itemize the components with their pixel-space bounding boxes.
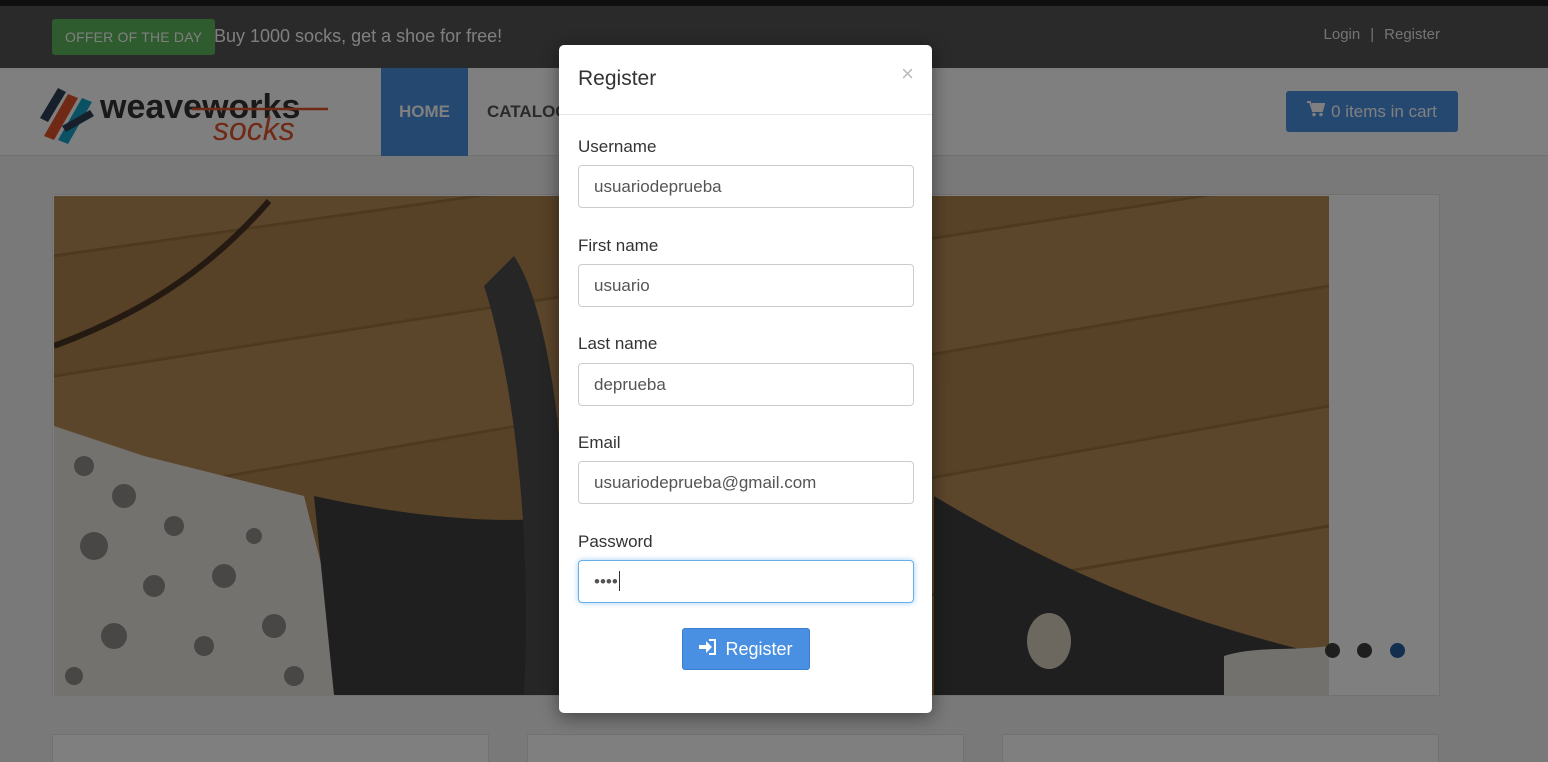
firstname-input[interactable]: usuario: [578, 264, 914, 307]
modal-title: Register: [578, 67, 657, 90]
email-label: Email: [578, 433, 621, 452]
lastname-input[interactable]: deprueba: [578, 363, 914, 406]
text-caret: [618, 570, 620, 591]
lastname-label: Last name: [578, 334, 658, 353]
firstname-label: First name: [578, 236, 659, 255]
username-label: Username: [578, 137, 657, 156]
password-input[interactable]: ••••: [578, 560, 914, 603]
username-input[interactable]: usuariodeprueba: [578, 165, 914, 208]
register-submit-label: Register: [725, 639, 793, 659]
password-label: Password: [578, 532, 653, 551]
register-submit-button[interactable]: Register: [682, 628, 810, 670]
modal-header: Register ×: [559, 45, 932, 115]
sign-in-icon: [699, 629, 717, 669]
password-value: ••••: [594, 572, 618, 591]
register-modal: Register × Username usuariodeprueba Firs…: [559, 45, 932, 713]
close-icon[interactable]: ×: [901, 61, 914, 87]
email-input[interactable]: usuariodeprueba@gmail.com: [578, 461, 914, 504]
